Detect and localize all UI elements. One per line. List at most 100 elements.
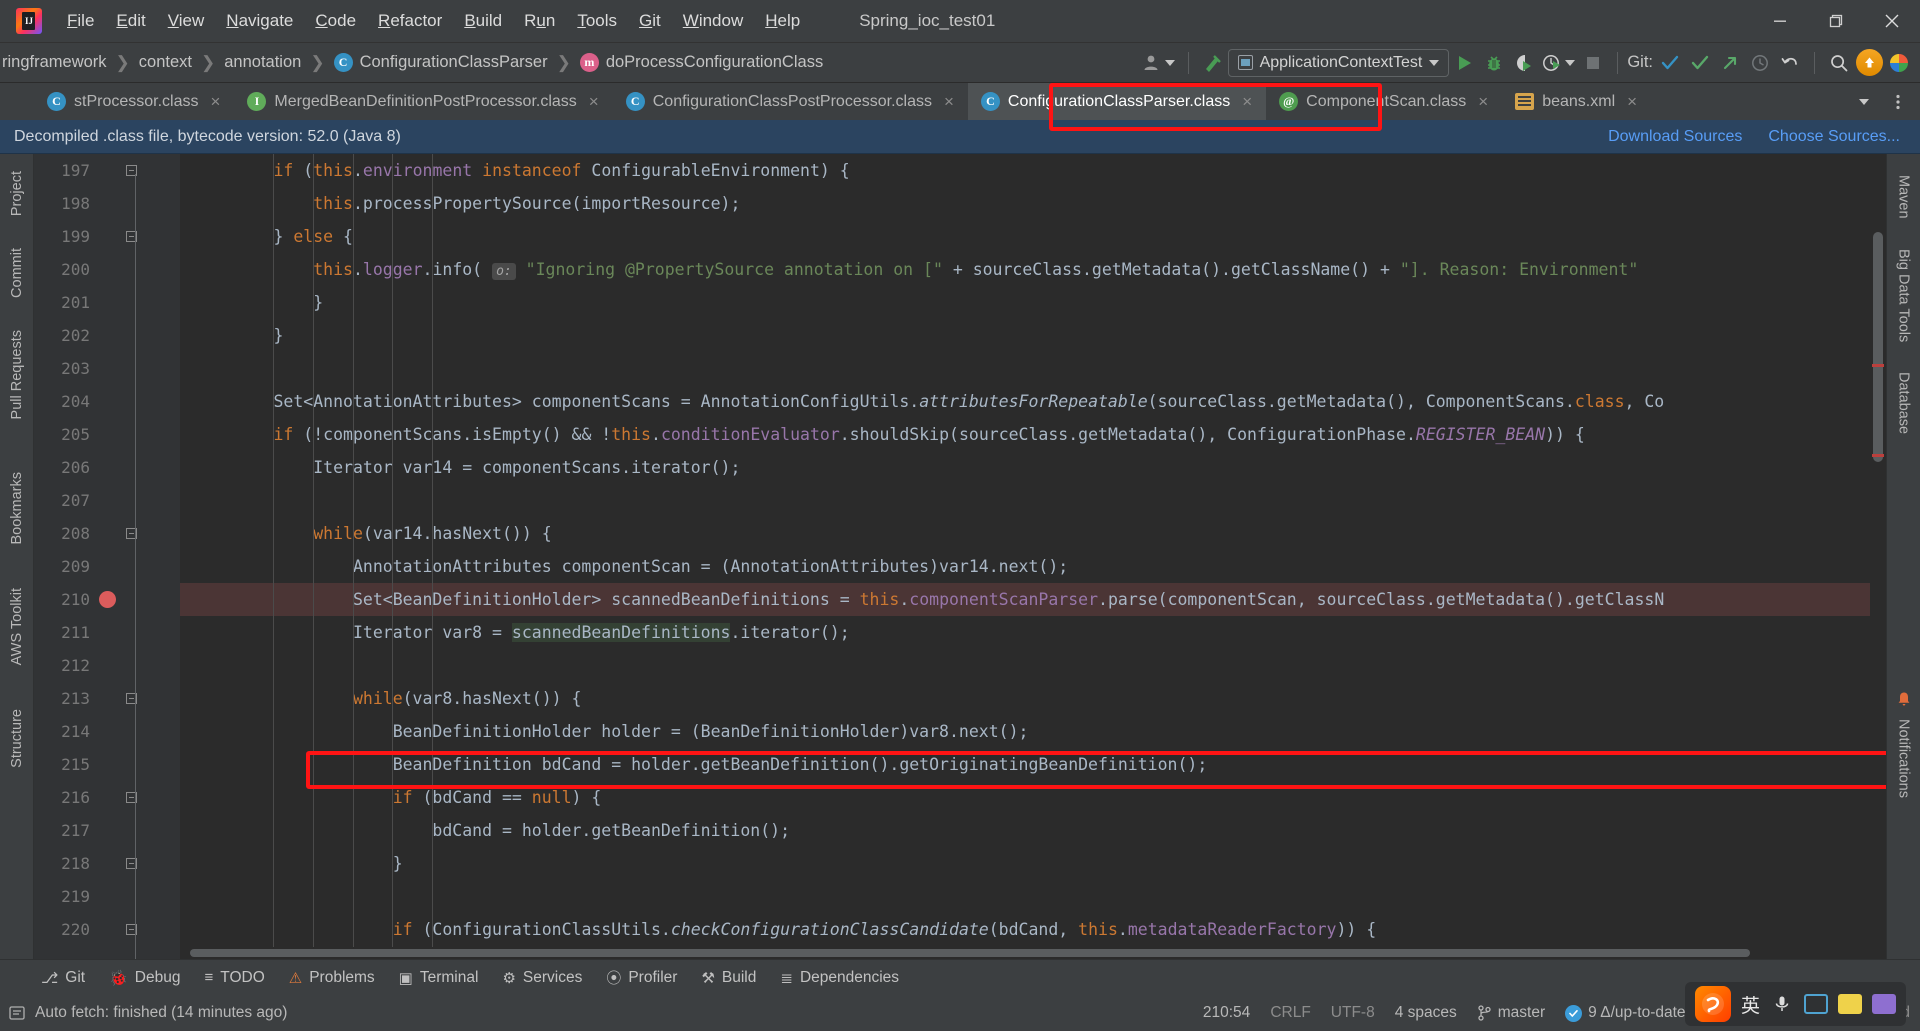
sidebar-item-big-data-tools[interactable]: Big Data Tools	[1894, 238, 1914, 353]
fold-slot[interactable]	[118, 858, 144, 869]
code-editor[interactable]: 197 198 199 200 201 202 203 204 205 206 207 208 209 2…	[34, 154, 1886, 959]
voice-input-icon[interactable]	[1770, 992, 1794, 1016]
code-line[interactable]: BeanDefinition bdCand = holder.getBeanDe…	[180, 748, 1208, 781]
run-with-coverage-button[interactable]	[1509, 48, 1539, 78]
close-icon[interactable]: ×	[944, 92, 954, 112]
editor-tab-5[interactable]: beans.xml ×	[1502, 83, 1651, 120]
avatar-icon[interactable]	[1138, 48, 1179, 78]
menu-item-edit[interactable]: Edit	[105, 7, 156, 35]
code-line[interactable]: if (!componentScans.isEmpty() && !this.c…	[180, 418, 1584, 451]
profiler-button[interactable]	[1539, 48, 1578, 78]
code-line[interactable]: }	[180, 286, 323, 319]
close-icon[interactable]: ×	[1478, 92, 1488, 112]
editor-gutter[interactable]: 197 198 199 200 201 202 203 204 205 206 207 208 209 2…	[34, 154, 180, 959]
code-line[interactable]	[180, 649, 194, 682]
fold-slot[interactable]	[118, 693, 144, 704]
clipboard-icon[interactable]	[1838, 992, 1862, 1016]
breadcrumb-item-4[interactable]: m doProcessConfigurationClass	[579, 53, 823, 72]
bottom-tool-todo[interactable]: ≡ TODO	[193, 965, 275, 991]
ime-widget[interactable]: 英	[1684, 982, 1906, 1026]
close-icon[interactable]: ×	[589, 92, 599, 112]
download-sources-link[interactable]: Download Sources	[1608, 128, 1742, 146]
code-line[interactable]: if (bdCand == null) {	[180, 781, 602, 814]
palette-icon[interactable]	[1872, 992, 1896, 1016]
code-line[interactable]: this.processPropertySource(importResourc…	[180, 187, 740, 220]
encoding[interactable]: UTF-8	[1331, 1004, 1375, 1022]
bottom-tool-services[interactable]: ⚙ Services	[491, 965, 593, 991]
code-line[interactable]: Iterator var14 = componentScans.iterator…	[180, 451, 740, 484]
gutter-line[interactable]: 220	[34, 913, 180, 946]
caret-position[interactable]: 210:54	[1203, 1004, 1250, 1022]
menu-item-help[interactable]: Help	[754, 7, 811, 35]
gutter-line[interactable]: 214	[34, 715, 180, 748]
menu-item-window[interactable]: Window	[672, 7, 754, 35]
run-configuration-selector[interactable]: ApplicationContextTest	[1227, 48, 1450, 77]
sidebar-item-bookmarks[interactable]: Bookmarks	[7, 461, 27, 556]
git-branch-widget[interactable]: master	[1477, 1004, 1545, 1022]
run-button[interactable]	[1449, 48, 1479, 78]
breadcrumb-item-3[interactable]: C ConfigurationClassParser	[333, 53, 548, 72]
gutter-line[interactable]: 213	[34, 682, 180, 715]
debug-button[interactable]	[1479, 48, 1509, 78]
scrollbar-thumb[interactable]	[190, 949, 1750, 957]
gutter-line[interactable]: 204	[34, 385, 180, 418]
code-line[interactable]	[180, 352, 194, 385]
code-line[interactable]: Set<BeanDefinitionHolder> scannedBeanDef…	[180, 583, 1664, 616]
fold-slot[interactable]	[118, 231, 144, 242]
breadcrumb-item-2[interactable]: annotation	[224, 53, 301, 72]
gutter-line[interactable]: 203	[34, 352, 180, 385]
commit-button[interactable]	[1685, 48, 1715, 78]
code-line[interactable]: if (this.environment instanceof Configur…	[180, 154, 849, 187]
rollback-button[interactable]	[1775, 48, 1805, 78]
menu-item-refactor[interactable]: Refactor	[367, 7, 453, 35]
build-hammer-icon[interactable]	[1198, 48, 1228, 78]
editor-tab-4[interactable]: @ ComponentScan.class ×	[1266, 83, 1502, 120]
menu-item-build[interactable]: Build	[453, 7, 513, 35]
gutter-line[interactable]: 201	[34, 286, 180, 319]
fold-slot[interactable]	[118, 924, 144, 935]
menu-item-git[interactable]: Git	[628, 7, 672, 35]
editor-code-area[interactable]: if (this.environment instanceof Configur…	[180, 154, 1886, 959]
code-line[interactable]: if (ConfigurationClassUtils.checkConfigu…	[180, 913, 1377, 946]
bottom-tool-terminal[interactable]: ▣ Terminal	[388, 965, 490, 991]
menu-item-navigate[interactable]: Navigate	[215, 7, 304, 35]
menu-item-file[interactable]: File	[56, 7, 105, 35]
breakpoint-slot[interactable]	[96, 591, 118, 608]
code-line[interactable]: while(var14.hasNext()) {	[180, 517, 551, 550]
scrollbar-thumb[interactable]	[1873, 232, 1883, 462]
push-button[interactable]	[1715, 48, 1745, 78]
fold-slot[interactable]	[118, 165, 144, 176]
bottom-tool-profiler[interactable]: ⦿ Profiler	[595, 963, 688, 992]
fold-slot[interactable]	[118, 792, 144, 803]
code-line[interactable]	[180, 880, 194, 913]
gutter-line[interactable]: 207	[34, 484, 180, 517]
ime-mode-label[interactable]: 英	[1741, 991, 1760, 1018]
error-marker[interactable]	[1872, 454, 1884, 457]
close-icon[interactable]: ×	[210, 92, 220, 112]
gutter-line[interactable]: 218	[34, 847, 180, 880]
sidebar-item-pull-requests[interactable]: Pull Requests	[7, 319, 27, 430]
editor-tab-0[interactable]: CstProcessor.class ×	[34, 83, 234, 120]
gutter-line[interactable]: 215	[34, 748, 180, 781]
gutter-line[interactable]: 216	[34, 781, 180, 814]
close-icon[interactable]: ×	[1242, 92, 1252, 112]
gutter-line[interactable]: 199	[34, 220, 180, 253]
gutter-line[interactable]: 211	[34, 616, 180, 649]
gutter-line[interactable]: 212	[34, 649, 180, 682]
code-line[interactable]: Iterator var8 = scannedBeanDefinitions.i…	[180, 616, 850, 649]
vcs-status-widget[interactable]: 9 Δ/up-to-date	[1565, 1004, 1686, 1022]
update-project-button[interactable]	[1655, 48, 1685, 78]
sidebar-item-notifications[interactable]: Notifications	[1894, 680, 1914, 809]
indent-setting[interactable]: 4 spaces	[1395, 1004, 1457, 1022]
chevron-down-icon[interactable]	[1849, 87, 1879, 117]
search-everywhere-icon[interactable]	[1824, 48, 1854, 78]
bottom-tool-problems[interactable]: ⚠ Problems	[278, 965, 386, 991]
sidebar-item-project[interactable]: Project	[7, 160, 27, 227]
code-line[interactable]	[180, 484, 194, 517]
more-vertical-icon[interactable]	[1883, 87, 1913, 117]
sidebar-item-commit[interactable]: Commit	[7, 237, 27, 309]
maximize-button[interactable]	[1808, 0, 1864, 42]
gutter-line[interactable]: 219	[34, 880, 180, 913]
editor-tab-3[interactable]: C ConfigurationClassParser.class ×	[967, 83, 1267, 120]
editor-horizontal-scrollbar[interactable]	[180, 947, 1870, 959]
